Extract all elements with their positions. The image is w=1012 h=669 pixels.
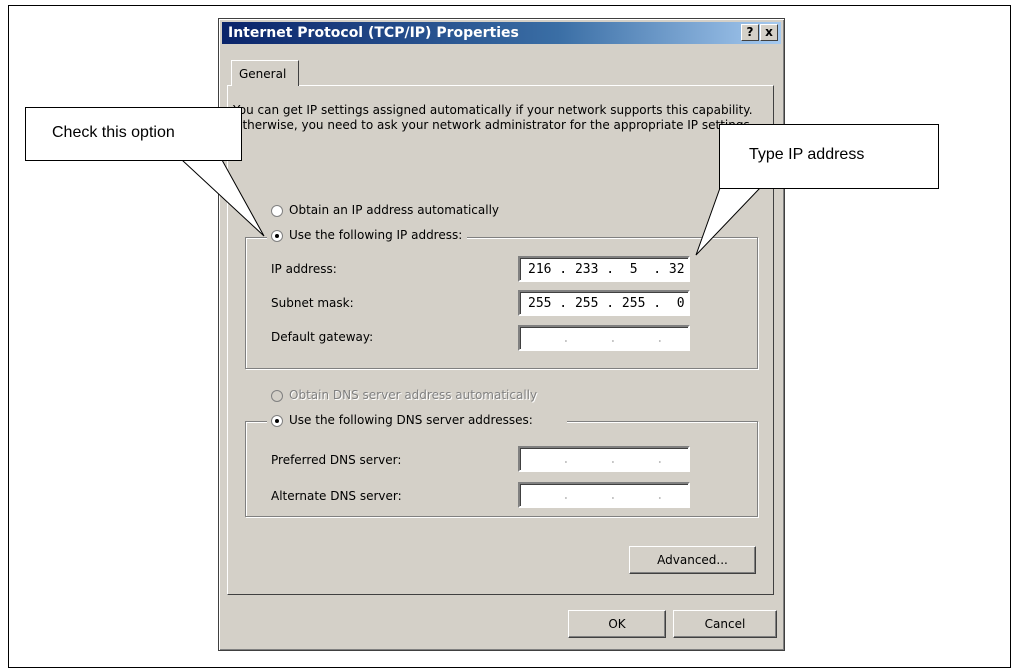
type-ip-address-callout: Type IP address — [719, 124, 939, 189]
check-option-pointer — [180, 159, 265, 237]
type-ip-address-text: Type IP address — [749, 146, 865, 163]
check-this-option-callout: Check this option — [25, 107, 242, 161]
tab-general-label: General — [239, 67, 287, 81]
check-this-option-text: Check this option — [52, 124, 175, 141]
callout-pointers — [180, 159, 762, 256]
tab-general[interactable]: General — [231, 60, 299, 86]
type-ip-pointer — [695, 187, 762, 256]
